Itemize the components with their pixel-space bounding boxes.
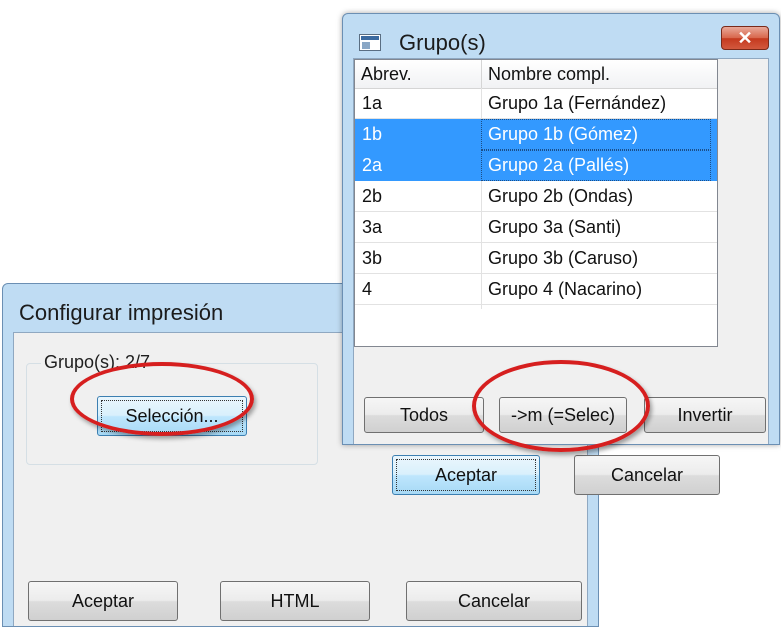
list-item[interactable]: 1b Grupo 1b (Gómez) [355,119,717,150]
name-cell: Grupo 3a (Santi) [488,217,622,237]
annotation-ring-seleccion [70,362,254,436]
list-item[interactable]: 3b Grupo 3b (Caruso) [355,243,717,274]
name-cell: Grupo 1a (Fernández) [488,93,667,113]
aceptar-button[interactable]: Aceptar [392,455,540,495]
abbr-cell: 3a [362,217,383,237]
list-item[interactable]: 1a Grupo 1a (Fernández) [355,88,717,119]
name-cell: Grupo 2a (Pallés) [488,155,630,175]
column-header-abrev[interactable]: Abrev. [361,64,412,85]
name-cell: Grupo 4 (Nacarino) [488,279,643,299]
window-title: Configurar impresión [19,300,224,325]
list-header: Abrev. Nombre compl. [355,60,717,89]
row-gridline [355,304,717,305]
invertir-button[interactable]: Invertir [644,397,766,433]
abbr-cell: 3b [362,248,383,268]
abbr-cell: 2b [362,186,383,206]
groups-listview[interactable]: Abrev. Nombre compl. 1a Grupo 1a (Fernánd… [354,59,718,347]
window-system-icon[interactable] [359,34,381,51]
cancelar-button[interactable]: Cancelar [574,455,720,495]
name-cell: Grupo 3b (Caruso) [488,248,639,268]
name-cell: Grupo 2b (Ondas) [488,186,634,206]
column-separator[interactable] [481,60,482,88]
annotation-ring-m-selec [472,360,650,452]
abbr-cell: 2a [362,155,383,175]
list-item[interactable]: 2a Grupo 2a (Pallés) [355,150,717,181]
list-item[interactable]: 2b Grupo 2b (Ondas) [355,181,717,212]
list-item[interactable]: 4 Grupo 4 (Nacarino) [355,274,717,305]
column-header-nombre[interactable]: Nombre compl. [488,64,610,85]
close-icon[interactable]: ✕ [721,26,769,50]
abbr-cell: 4 [362,279,373,299]
html-button[interactable]: HTML [220,581,370,621]
aceptar-button[interactable]: Aceptar [28,581,178,621]
name-cell: Grupo 1b (Gómez) [488,124,639,144]
cancelar-button[interactable]: Cancelar [406,581,582,621]
todos-button[interactable]: Todos [364,397,484,433]
abbr-cell: 1b [362,124,383,144]
abbr-cell: 1a [362,93,383,113]
window-title: Grupo(s) [399,30,486,55]
list-item[interactable]: 3a Grupo 3a (Santi) [355,212,717,243]
